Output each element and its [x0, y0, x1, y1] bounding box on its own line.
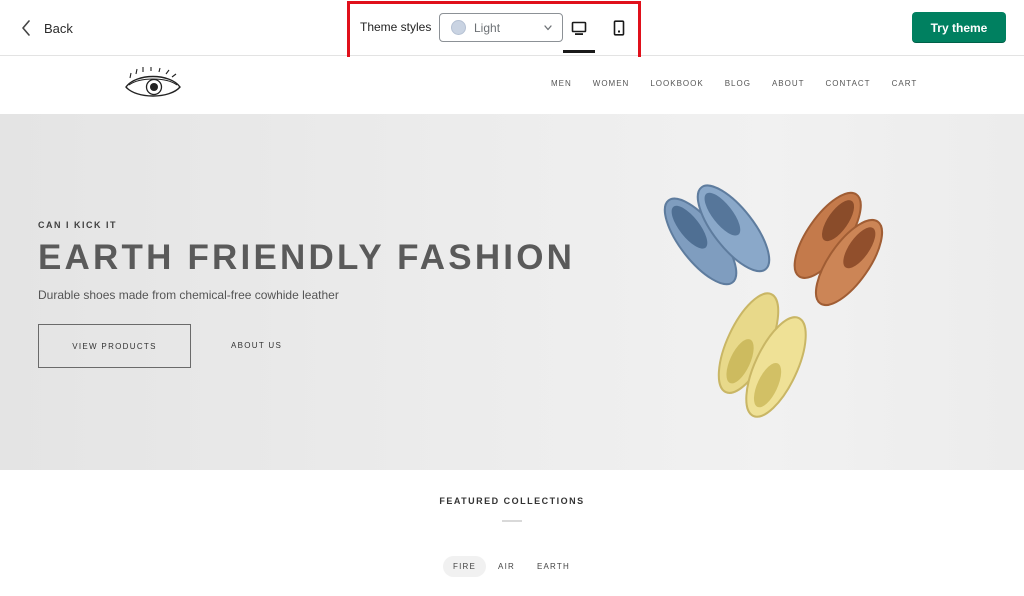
nav-item-men[interactable]: MEN — [551, 79, 572, 88]
about-us-link[interactable]: ABOUT US — [231, 341, 282, 350]
hero-headline: EARTH FRIENDLY FASHION — [38, 238, 576, 277]
shoes-image — [663, 184, 884, 418]
nav-item-lookbook[interactable]: LOOKBOOK — [650, 79, 703, 88]
highlight-annotation — [347, 1, 641, 62]
nav-item-about[interactable]: ABOUT — [772, 79, 805, 88]
hero-banner: CAN I KICK IT EARTH FRIENDLY FASHION Dur… — [0, 114, 1024, 470]
tab-air[interactable]: AIR — [488, 556, 525, 577]
back-button[interactable]: Back — [20, 14, 73, 42]
nav-item-cart[interactable]: CART — [892, 79, 918, 88]
store-header: MEN WOMEN LOOKBOOK BLOG ABOUT CONTACT CA… — [0, 57, 1024, 114]
view-products-button[interactable]: VIEW PRODUCTS — [38, 324, 191, 368]
nav-item-women[interactable]: WOMEN — [593, 79, 630, 88]
try-theme-button[interactable]: Try theme — [912, 12, 1006, 43]
tab-fire[interactable]: FIRE — [443, 556, 487, 577]
eye-logo-icon[interactable] — [124, 67, 182, 101]
editor-topbar: Back Theme styles Light Try theme — [0, 0, 1024, 62]
collection-tabs: FIRE AIR EARTH — [443, 556, 582, 577]
hero-subline: Durable shoes made from chemical-free co… — [38, 288, 339, 302]
tab-earth[interactable]: EARTH — [527, 556, 580, 577]
nav-item-contact[interactable]: CONTACT — [826, 79, 871, 88]
back-label: Back — [44, 20, 73, 36]
featured-collections-title: FEATURED COLLECTIONS — [439, 496, 585, 506]
nav-item-blog[interactable]: BLOG — [725, 79, 751, 88]
chevron-left-icon — [22, 20, 30, 36]
store-nav: MEN WOMEN LOOKBOOK BLOG ABOUT CONTACT CA… — [551, 79, 917, 88]
featured-divider — [502, 520, 522, 522]
hero-kicker: CAN I KICK IT — [38, 220, 117, 230]
